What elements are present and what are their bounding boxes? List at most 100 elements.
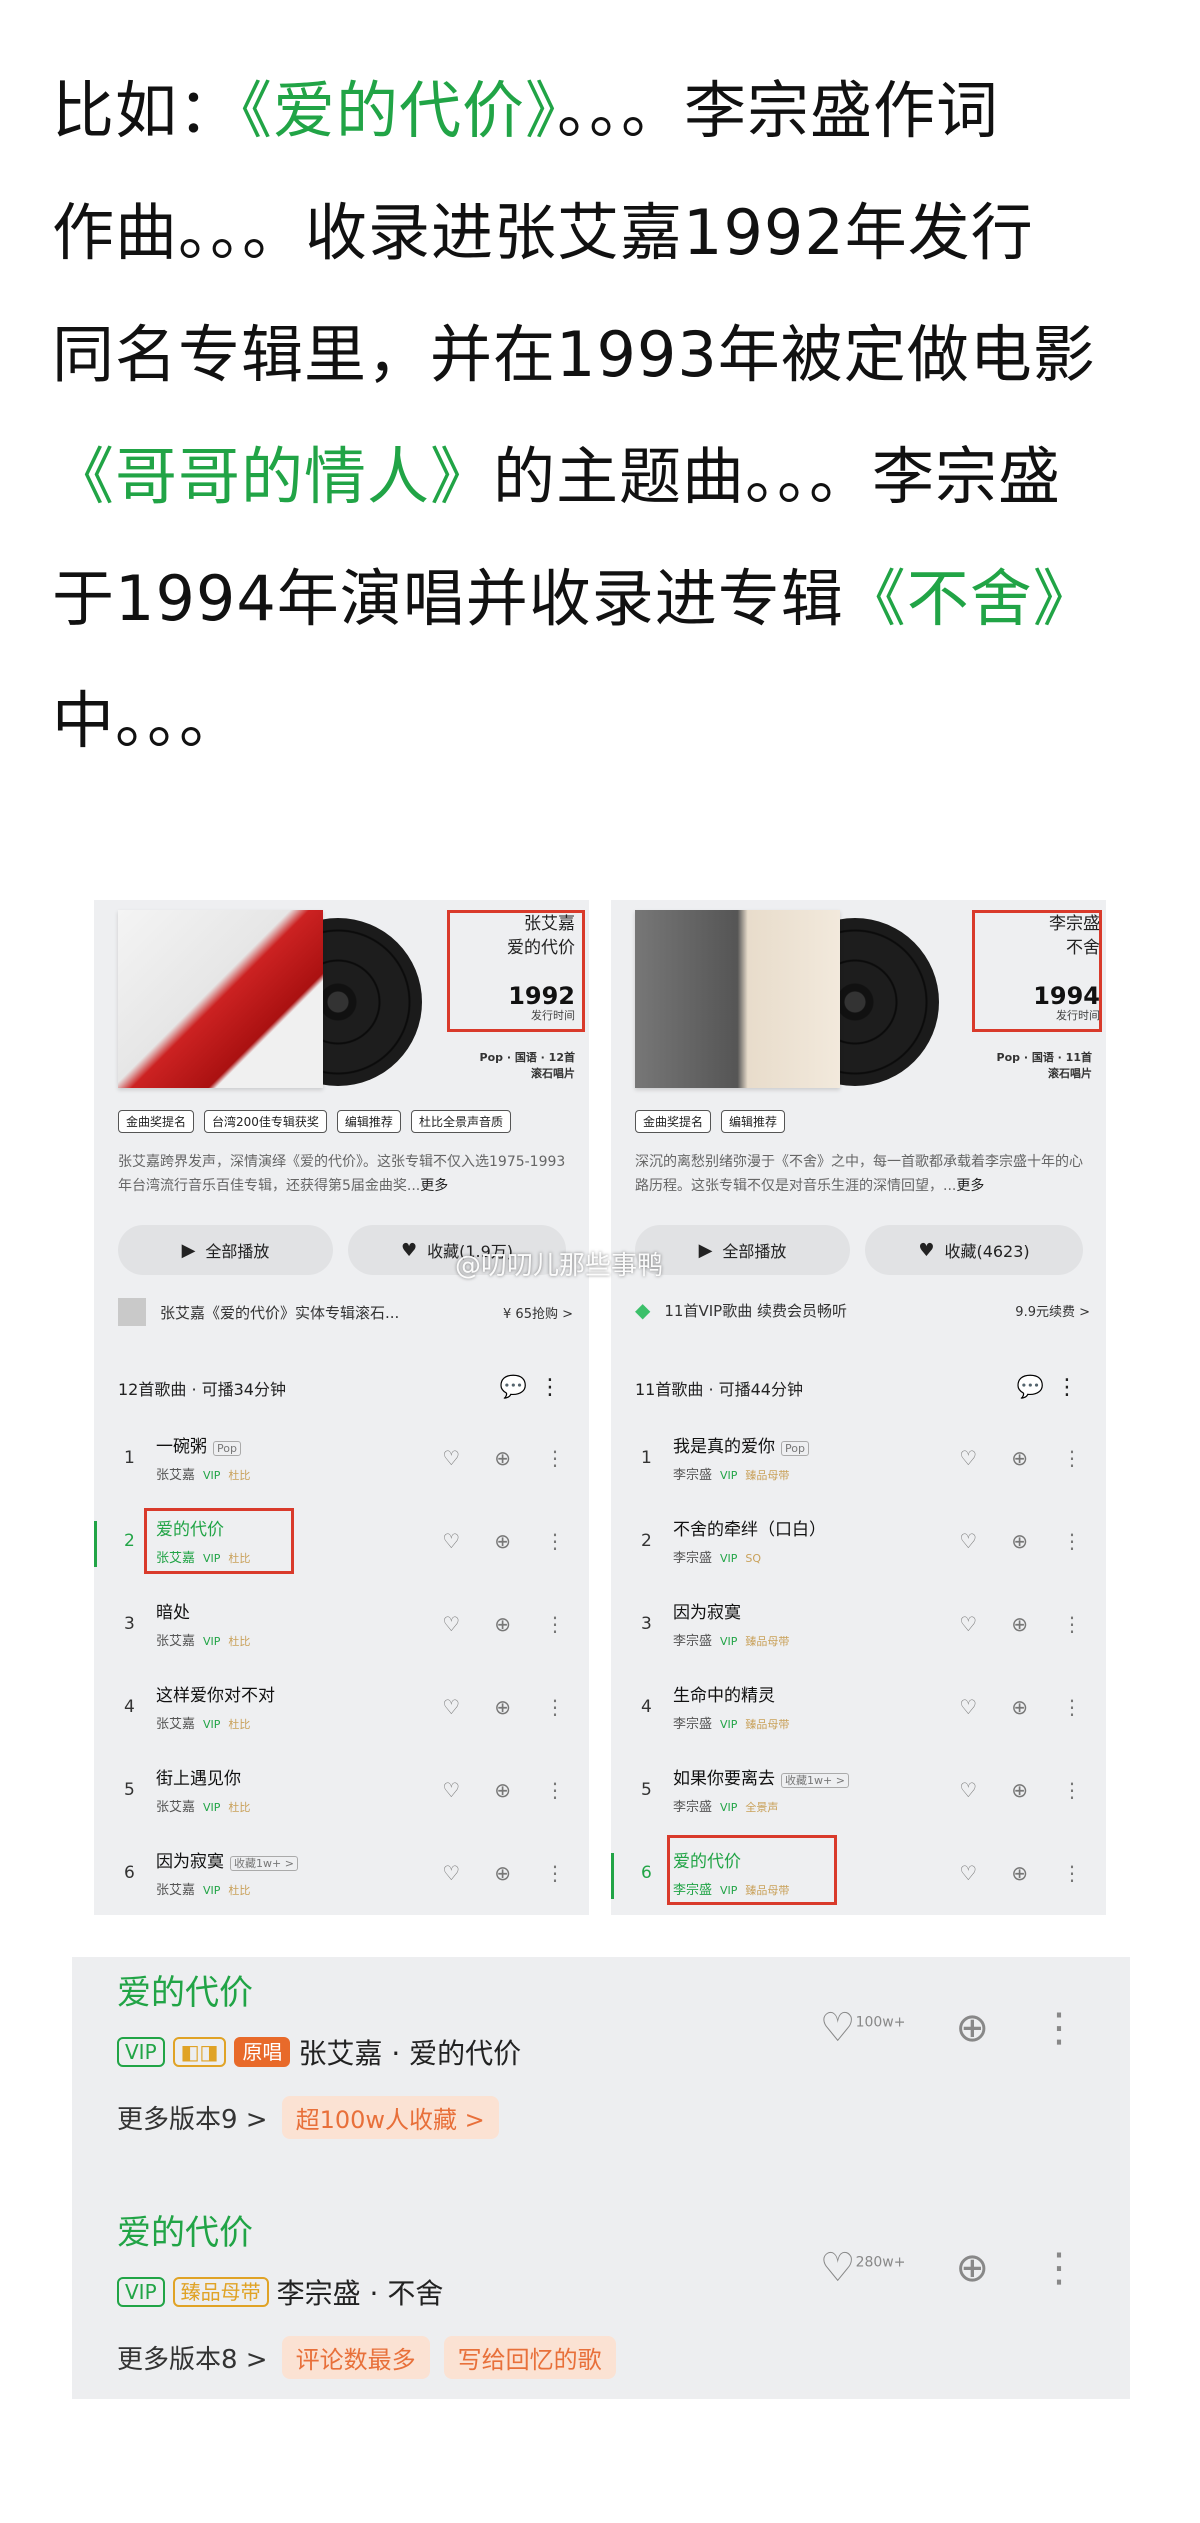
tag[interactable]: 金曲奖提名 xyxy=(635,1110,712,1133)
tag[interactable]: 台湾200佳专辑获奖 xyxy=(204,1110,327,1133)
song-row[interactable]: 1 一碗粥 Pop 张艾嘉 VIP 杜比 ♡ ⊕ ⋮ xyxy=(94,1420,589,1503)
add-to-playlist-icon[interactable]: ⊕ xyxy=(494,1861,511,1885)
song-artist: 李宗盛 VIP 臻品母带 xyxy=(673,1634,790,1649)
tag-pill[interactable]: 评论数最多 xyxy=(281,2336,430,2379)
add-to-playlist-icon[interactable]: ⊕ xyxy=(494,1695,511,1719)
comment-more-icon[interactable]: 💬⋮ xyxy=(1017,1375,1090,1400)
like-icon[interactable]: ♡ xyxy=(959,1529,977,1553)
comment-more-icon[interactable]: 💬⋮ xyxy=(500,1375,573,1400)
add-to-playlist-icon[interactable]: ⊕ xyxy=(1011,1861,1028,1885)
song-title[interactable]: 我是真的爱你 Pop xyxy=(673,1432,809,1457)
song-actions: ♡ ⊕ ⋮ xyxy=(442,1778,565,1802)
add-to-playlist-icon[interactable]: ⊕ xyxy=(955,2005,989,2051)
more-icon[interactable]: ⋮ xyxy=(1039,2245,1079,2291)
tag[interactable]: 金曲奖提名 xyxy=(118,1110,195,1133)
more-link[interactable]: 更多 xyxy=(956,1178,984,1194)
tag[interactable]: 编辑推荐 xyxy=(336,1110,401,1133)
song-title[interactable]: 因为寂寞 收藏1w+ > xyxy=(156,1847,298,1872)
add-to-playlist-icon[interactable]: ⊕ xyxy=(494,1778,511,1802)
song-row[interactable]: 5 如果你要离去 收藏1w+ > 李宗盛 VIP 全景声 ♡ ⊕ ⋮ xyxy=(611,1752,1106,1835)
more-icon[interactable]: ⋮ xyxy=(545,1529,565,1553)
like-icon[interactable]: ♡ xyxy=(442,1446,460,1470)
add-to-playlist-icon[interactable]: ⊕ xyxy=(1011,1695,1028,1719)
play-all-button[interactable]: ▶ 全部播放 xyxy=(635,1225,850,1275)
song-artist: 李宗盛 VIP SQ xyxy=(673,1551,762,1566)
song-title[interactable]: 因为寂寞 xyxy=(673,1598,741,1623)
like-icon[interactable]: ♡ xyxy=(442,1529,460,1553)
more-icon[interactable]: ⋮ xyxy=(1062,1446,1082,1470)
song-title[interactable]: 如果你要离去 收藏1w+ > xyxy=(673,1764,849,1789)
song-title[interactable]: 生命中的精灵 xyxy=(673,1681,775,1706)
song-row[interactable]: 4 生命中的精灵 李宗盛 VIP 臻品母带 ♡ ⊕ ⋮ xyxy=(611,1669,1106,1752)
more-icon[interactable]: ⋮ xyxy=(545,1612,565,1636)
like-icon[interactable]: ♡ xyxy=(442,1778,460,1802)
quality-badge: 杜比 xyxy=(228,1469,251,1482)
add-to-playlist-icon[interactable]: ⊕ xyxy=(955,2245,989,2291)
more-icon[interactable]: ⋮ xyxy=(1062,1695,1082,1719)
more-icon[interactable]: ⋮ xyxy=(1062,1778,1082,1802)
diamond-icon: ◆ xyxy=(635,1298,651,1322)
like-icon[interactable]: ♡ xyxy=(442,1612,460,1636)
movie-link[interactable]: 《哥哥的情人》 xyxy=(52,440,493,513)
song-tag: 收藏1w+ > xyxy=(781,1773,849,1788)
song-row[interactable]: 2 不舍的牵绊（口白） 李宗盛 VIP SQ ♡ ⊕ ⋮ xyxy=(611,1503,1106,1586)
more-versions-link[interactable]: 更多版本8 > xyxy=(117,2339,268,2376)
like-icon[interactable]: ♡ xyxy=(959,1778,977,1802)
tag[interactable]: 编辑推荐 xyxy=(721,1110,786,1133)
like-icon[interactable]: ♡ xyxy=(959,1612,977,1636)
vip-badge: VIP xyxy=(720,1469,738,1482)
add-to-playlist-icon[interactable]: ⊕ xyxy=(494,1529,511,1553)
more-icon[interactable]: ⋮ xyxy=(1062,1861,1082,1885)
song-title[interactable]: 街上遇见你 xyxy=(156,1764,241,1789)
song-title[interactable]: 不舍的牵绊（口白） xyxy=(673,1515,826,1540)
like-icon[interactable]: ♡ xyxy=(959,1695,977,1719)
add-to-playlist-icon[interactable]: ⊕ xyxy=(1011,1446,1028,1470)
song-link[interactable]: 《爱的代价》 xyxy=(241,74,557,147)
song-row[interactable]: 3 因为寂寞 李宗盛 VIP 臻品母带 ♡ ⊕ ⋮ xyxy=(611,1586,1106,1669)
song-row[interactable]: 6 因为寂寞 收藏1w+ > 张艾嘉 VIP 杜比 ♡ ⊕ ⋮ xyxy=(94,1835,589,1915)
more-icon[interactable]: ⋮ xyxy=(545,1695,565,1719)
result-row[interactable]: 爱的代价 VIP 臻品母带 李宗盛 · 不舍 更多版本8 > 评论数最多 写给回… xyxy=(117,2205,1107,2379)
release-label: 发行时间 xyxy=(531,1009,575,1022)
more-icon[interactable]: ⋮ xyxy=(545,1861,565,1885)
more-icon[interactable]: ⋮ xyxy=(1039,2005,1079,2051)
album-panel-right: 李宗盛 不舍 1994 发行时间 Pop · 国语 · 11首 滚石唱片 金曲奖提… xyxy=(611,900,1106,1915)
song-title[interactable]: 暗处 xyxy=(156,1598,190,1623)
like-icon[interactable]: ♡ xyxy=(959,1861,977,1885)
more-icon[interactable]: ⋮ xyxy=(545,1446,565,1470)
add-to-playlist-icon[interactable]: ⊕ xyxy=(494,1612,511,1636)
like-icon[interactable]: ♡ xyxy=(442,1861,460,1885)
album-description: 深沉的离愁别绪弥漫于《不舍》之中，每一首歌都承载着李宗盛十年的心路历程。这张专辑… xyxy=(635,1154,1083,1194)
promo-bar[interactable]: ◆ 11首VIP歌曲 续费会员畅听 9.9元续费 > xyxy=(635,1298,1090,1322)
song-title[interactable]: 这样爱你对不对 xyxy=(156,1681,275,1706)
more-icon[interactable]: ⋮ xyxy=(1062,1529,1082,1553)
more-icon[interactable]: ⋮ xyxy=(1062,1612,1082,1636)
like-icon[interactable]: ♡ xyxy=(442,1695,460,1719)
tag-pill[interactable]: 超100w人收藏 > xyxy=(281,2096,499,2139)
promo-bar[interactable]: 张艾嘉《爱的代价》实体专辑滚石... ¥ 65抢购 > xyxy=(118,1298,573,1326)
song-actions: ♡ ⊕ ⋮ xyxy=(442,1695,565,1719)
album-link[interactable]: 《不舍》 xyxy=(844,562,1096,635)
result-row[interactable]: 爱的代价 VIP ◧◨ 原唱 张艾嘉 · 爱的代价 更多版本9 > 超100w人… xyxy=(117,1965,1107,2139)
play-all-button[interactable]: ▶ 全部播放 xyxy=(118,1225,333,1275)
more-icon[interactable]: ⋮ xyxy=(545,1778,565,1802)
like-icon[interactable]: ♡ xyxy=(959,1446,977,1470)
add-to-playlist-icon[interactable]: ⊕ xyxy=(494,1446,511,1470)
tag-list: 金曲奖提名 编辑推荐 xyxy=(635,1110,786,1133)
like-icon[interactable]: ♡100w+ xyxy=(820,2005,906,2051)
more-versions-link[interactable]: 更多版本9 > xyxy=(117,2099,268,2136)
more-link[interactable]: 更多 xyxy=(420,1178,448,1194)
add-to-playlist-icon[interactable]: ⊕ xyxy=(1011,1612,1028,1636)
song-row[interactable]: 4 这样爱你对不对 张艾嘉 VIP 杜比 ♡ ⊕ ⋮ xyxy=(94,1669,589,1752)
collect-button[interactable]: ♥ 收藏(4623) xyxy=(865,1225,1083,1275)
add-to-playlist-icon[interactable]: ⊕ xyxy=(1011,1778,1028,1802)
tag[interactable]: 杜比全景声音质 xyxy=(410,1110,511,1133)
song-row[interactable]: 3 暗处 张艾嘉 VIP 杜比 ♡ ⊕ ⋮ xyxy=(94,1586,589,1669)
heart-icon: ♥ xyxy=(400,1239,418,1261)
add-to-playlist-icon[interactable]: ⊕ xyxy=(1011,1529,1028,1553)
song-title[interactable]: 一碗粥 Pop xyxy=(156,1432,241,1457)
tag-pill[interactable]: 写给回忆的歌 xyxy=(443,2336,616,2379)
like-icon[interactable]: ♡280w+ xyxy=(820,2245,906,2291)
song-row[interactable]: 5 街上遇见你 张艾嘉 VIP 杜比 ♡ ⊕ ⋮ xyxy=(94,1752,589,1835)
song-row[interactable]: 1 我是真的爱你 Pop 李宗盛 VIP 臻品母带 ♡ ⊕ ⋮ xyxy=(611,1420,1106,1503)
